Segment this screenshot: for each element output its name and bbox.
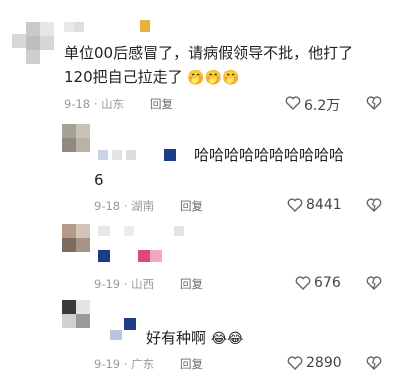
heart-outline-icon[interactable] (287, 356, 303, 370)
heart-outline-icon[interactable] (287, 198, 303, 212)
like-count: 2890 (306, 355, 342, 371)
comment-text-line1: 单位00后感冒了，请病假领导不批，他打了 (64, 44, 354, 62)
comment-text: 好有种啊 (146, 329, 207, 347)
heart-outline-icon[interactable] (285, 96, 301, 110)
like-count: 6.2万 (304, 98, 341, 114)
separator-dot: · (123, 199, 128, 213)
avatar[interactable] (62, 300, 90, 328)
date: 9-18 (94, 199, 121, 213)
comment-text-line1: 好有种啊 😂😂 (146, 328, 244, 350)
reply-button[interactable]: 回复 (150, 96, 173, 112)
username-blurred[interactable] (64, 20, 154, 34)
meta-row: 9-18 · 山东 (64, 96, 124, 112)
avatar[interactable] (12, 22, 56, 66)
reply-button[interactable]: 回复 (180, 276, 203, 292)
comment-text-line1: 哈哈哈哈哈哈哈哈哈哈 (194, 146, 345, 164)
comment-text: 120把自己拉走了 (64, 68, 183, 86)
meta-row: 9-19 · 山西 (94, 276, 154, 292)
separator-dot: · (123, 277, 128, 291)
date: 9-18 (64, 97, 91, 111)
emoji: 🤭🤭🤭 (187, 70, 240, 86)
username-blurred[interactable] (110, 318, 140, 340)
like-count: 8441 (306, 197, 342, 213)
comment-text-line2: 6 (94, 171, 104, 189)
comment-text-line2: 120把自己拉走了 🤭🤭🤭 (64, 67, 240, 89)
broken-heart-icon[interactable] (366, 198, 382, 212)
broken-heart-icon[interactable] (366, 276, 382, 290)
emoji: 😂😂 (210, 331, 244, 347)
location: 山东 (101, 97, 125, 111)
location: 山西 (131, 277, 155, 291)
reply-button[interactable]: 回复 (180, 198, 203, 214)
location: 广东 (131, 357, 155, 371)
broken-heart-icon[interactable] (366, 356, 382, 370)
meta-row: 9-19 · 广东 (94, 356, 154, 372)
date: 9-19 (94, 277, 121, 291)
reply-button[interactable]: 回复 (180, 356, 203, 372)
broken-heart-icon[interactable] (366, 96, 382, 110)
separator-dot: · (123, 357, 128, 371)
location: 湖南 (131, 199, 155, 213)
avatar[interactable] (62, 124, 90, 152)
date: 9-19 (94, 357, 121, 371)
avatar[interactable] (62, 224, 90, 252)
separator-dot: · (93, 97, 98, 111)
username-blurred[interactable] (98, 226, 188, 266)
heart-outline-icon[interactable] (295, 276, 311, 290)
meta-row: 9-18 · 湖南 (94, 198, 154, 214)
username-blurred[interactable] (98, 148, 190, 162)
like-count: 676 (314, 275, 341, 291)
